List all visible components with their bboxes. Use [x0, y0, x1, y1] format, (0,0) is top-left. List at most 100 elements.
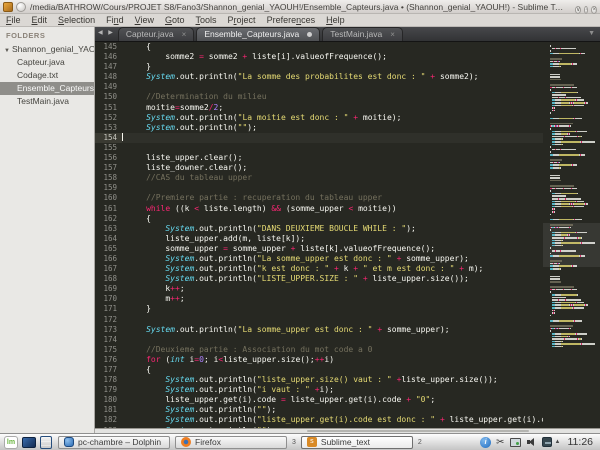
code-line: 180 liste_upper.get(i).code = liste_uppe… — [95, 395, 600, 405]
tab-testmain-java[interactable]: TestMain.java × — [322, 27, 403, 41]
sublime-window: /media/BATHROW/Cours/PROJET S8/Fano3/Sha… — [0, 0, 600, 450]
horizontal-scrollbar[interactable] — [95, 428, 600, 433]
code-line: 162 { — [95, 214, 600, 224]
tab-scroll-arrows[interactable]: ◀ ▶ — [95, 26, 118, 41]
line-content: System.out.println("k est donc : " + k +… — [122, 264, 600, 274]
klipper-icon[interactable] — [496, 437, 504, 448]
task-button-dolphin[interactable]: pc-chambre – Dolphin — [58, 436, 170, 449]
window-title: /media/BATHROW/Cours/PROJET S8/Fano3/Sha… — [26, 2, 572, 12]
tab-overflow-icon[interactable]: ▼ — [588, 30, 595, 37]
show-desktop-icon[interactable] — [22, 437, 36, 448]
line-content: System.out.println("liste_upper.get(i).c… — [122, 415, 600, 425]
line-number: 182 — [95, 415, 122, 425]
task-button-firefox[interactable]: Firefox — [175, 436, 287, 449]
line-content: k++; — [122, 284, 600, 294]
horizontal-scrollbar-thumb[interactable] — [307, 430, 529, 432]
sidebar-item-codage-txt[interactable]: Codage.txt — [0, 69, 94, 82]
file-cabinet-icon[interactable] — [40, 436, 52, 449]
menu-tools[interactable]: Tools — [196, 15, 217, 25]
file-tree: ▼Shannon_genial_YAOUH!Capteur.javaCodage… — [0, 43, 94, 108]
line-number: 153 — [95, 123, 122, 133]
sidebar-item-capteur-java[interactable]: Capteur.java — [0, 56, 94, 69]
sublime-app-icon — [3, 2, 13, 12]
line-number: 154 — [95, 133, 122, 143]
notifier-info-icon[interactable] — [480, 437, 491, 448]
line-number: 172 — [95, 315, 122, 325]
code-line: 157 liste_downer.clear(); — [95, 163, 600, 173]
menu-help[interactable]: Help — [326, 15, 345, 25]
code-line: 170 m++; — [95, 294, 600, 304]
mint-menu-icon[interactable] — [4, 436, 18, 449]
line-number: 174 — [95, 335, 122, 345]
line-content: System.out.println("liste_upper.size() v… — [122, 375, 600, 385]
tab-label: TestMain.java — [330, 28, 382, 41]
menu-preferences[interactable]: Preferences — [267, 15, 316, 25]
menu-selection[interactable]: Selection — [58, 15, 95, 25]
code-line: 179 System.out.println("i vaut : " +i); — [95, 385, 600, 395]
line-number: 156 — [95, 153, 122, 163]
sidebar-folder-root[interactable]: ▼Shannon_genial_YAOUH! — [0, 43, 94, 56]
line-number: 164 — [95, 234, 122, 244]
code-line: 172 — [95, 315, 600, 325]
line-content: System.out.println("La somme des probabi… — [122, 72, 600, 82]
minimap-line — [547, 346, 598, 349]
title-bar[interactable]: /media/BATHROW/Cours/PROJET S8/Fano3/Sha… — [0, 0, 600, 14]
menu-find[interactable]: Find — [106, 15, 124, 25]
sidebar-item-ensemble-capteurs[interactable]: Ensemble_Capteurs — [0, 82, 94, 95]
task-button-sublime[interactable]: Sublime_text — [301, 436, 413, 449]
line-number: 181 — [95, 405, 122, 415]
minimap[interactable] — [543, 42, 600, 428]
menu-project[interactable]: Project — [228, 15, 256, 25]
window-menu-button[interactable] — [16, 2, 26, 12]
code-line: 163 System.out.println("DANS DEUXIEME BO… — [95, 224, 600, 234]
code-line: 148 System.out.println("La somme des pro… — [95, 72, 600, 82]
line-number: 160 — [95, 193, 122, 203]
code-line: 171 } — [95, 304, 600, 314]
network-icon[interactable] — [510, 438, 521, 447]
close-button[interactable]: × — [591, 6, 597, 14]
line-content: System.out.println(""); — [122, 405, 600, 415]
tab-capteur-java[interactable]: Capteur.java× — [118, 27, 194, 41]
device-notifier-icon[interactable] — [542, 437, 552, 447]
code-editor[interactable]: 145 {146 somme2 = somme2 + liste[i].valu… — [95, 42, 600, 428]
code-line: 156 liste_upper.clear(); — [95, 153, 600, 163]
line-content: liste_downer.clear(); — [122, 163, 600, 173]
line-content: m++; — [122, 294, 600, 304]
line-content: //CAS du tableau upper — [122, 173, 600, 183]
tab-close-icon[interactable]: × — [390, 28, 395, 41]
line-number: 157 — [95, 163, 122, 173]
code-line: 165 somme_upper = somme_upper + liste[k]… — [95, 244, 600, 254]
code-line: 152 System.out.println("La moitie est do… — [95, 113, 600, 123]
code-line: 155 — [95, 143, 600, 153]
minimize-button[interactable]: ∨ — [575, 6, 581, 14]
line-content: System.out.println("La somme_upper est d… — [122, 325, 600, 335]
panel-expander-icon[interactable]: ▲ — [555, 439, 561, 445]
code-line: 181 System.out.println(""); — [95, 405, 600, 415]
tab-ensemble-capteurs-java[interactable]: Ensemble_Capteurs.java — [196, 27, 320, 41]
line-number: 179 — [95, 385, 122, 395]
line-content — [122, 335, 600, 345]
line-number: 149 — [95, 82, 122, 92]
sidebar-item-testmain-java[interactable]: TestMain.java — [0, 95, 94, 108]
line-number: 165 — [95, 244, 122, 254]
menu-view[interactable]: View — [135, 15, 154, 25]
line-number: 166 — [95, 254, 122, 264]
main-area: FOLDERS ▼Shannon_genial_YAOUH!Capteur.ja… — [0, 27, 600, 433]
volume-icon[interactable] — [526, 437, 537, 448]
code-line: 145 { — [95, 42, 600, 52]
taskbar-launchers — [4, 436, 52, 449]
clock[interactable]: 11:26 — [568, 436, 594, 448]
line-content: System.out.println(""); — [122, 123, 600, 133]
tab-dirty-icon — [307, 32, 312, 37]
menu-goto[interactable]: Goto — [165, 15, 185, 25]
tab-label: Ensemble_Capteurs.java — [204, 28, 299, 41]
dolphin-icon — [64, 437, 74, 447]
code-line: 164 liste_upper.add(m, liste[k]); — [95, 234, 600, 244]
tab-bar: ◀ ▶ Capteur.java× Ensemble_Capteurs.java T… — [95, 27, 600, 42]
menu-file[interactable]: File — [6, 15, 21, 25]
taskbar: pc-chambre – DolphinFirefox3Sublime_text… — [0, 433, 600, 450]
tab-close-icon[interactable]: × — [182, 28, 187, 41]
maximize-button[interactable]: ◦ — [584, 6, 588, 14]
menu-edit[interactable]: Edit — [32, 15, 48, 25]
code-line: 146 somme2 = somme2 + liste[i].valueofFr… — [95, 52, 600, 62]
